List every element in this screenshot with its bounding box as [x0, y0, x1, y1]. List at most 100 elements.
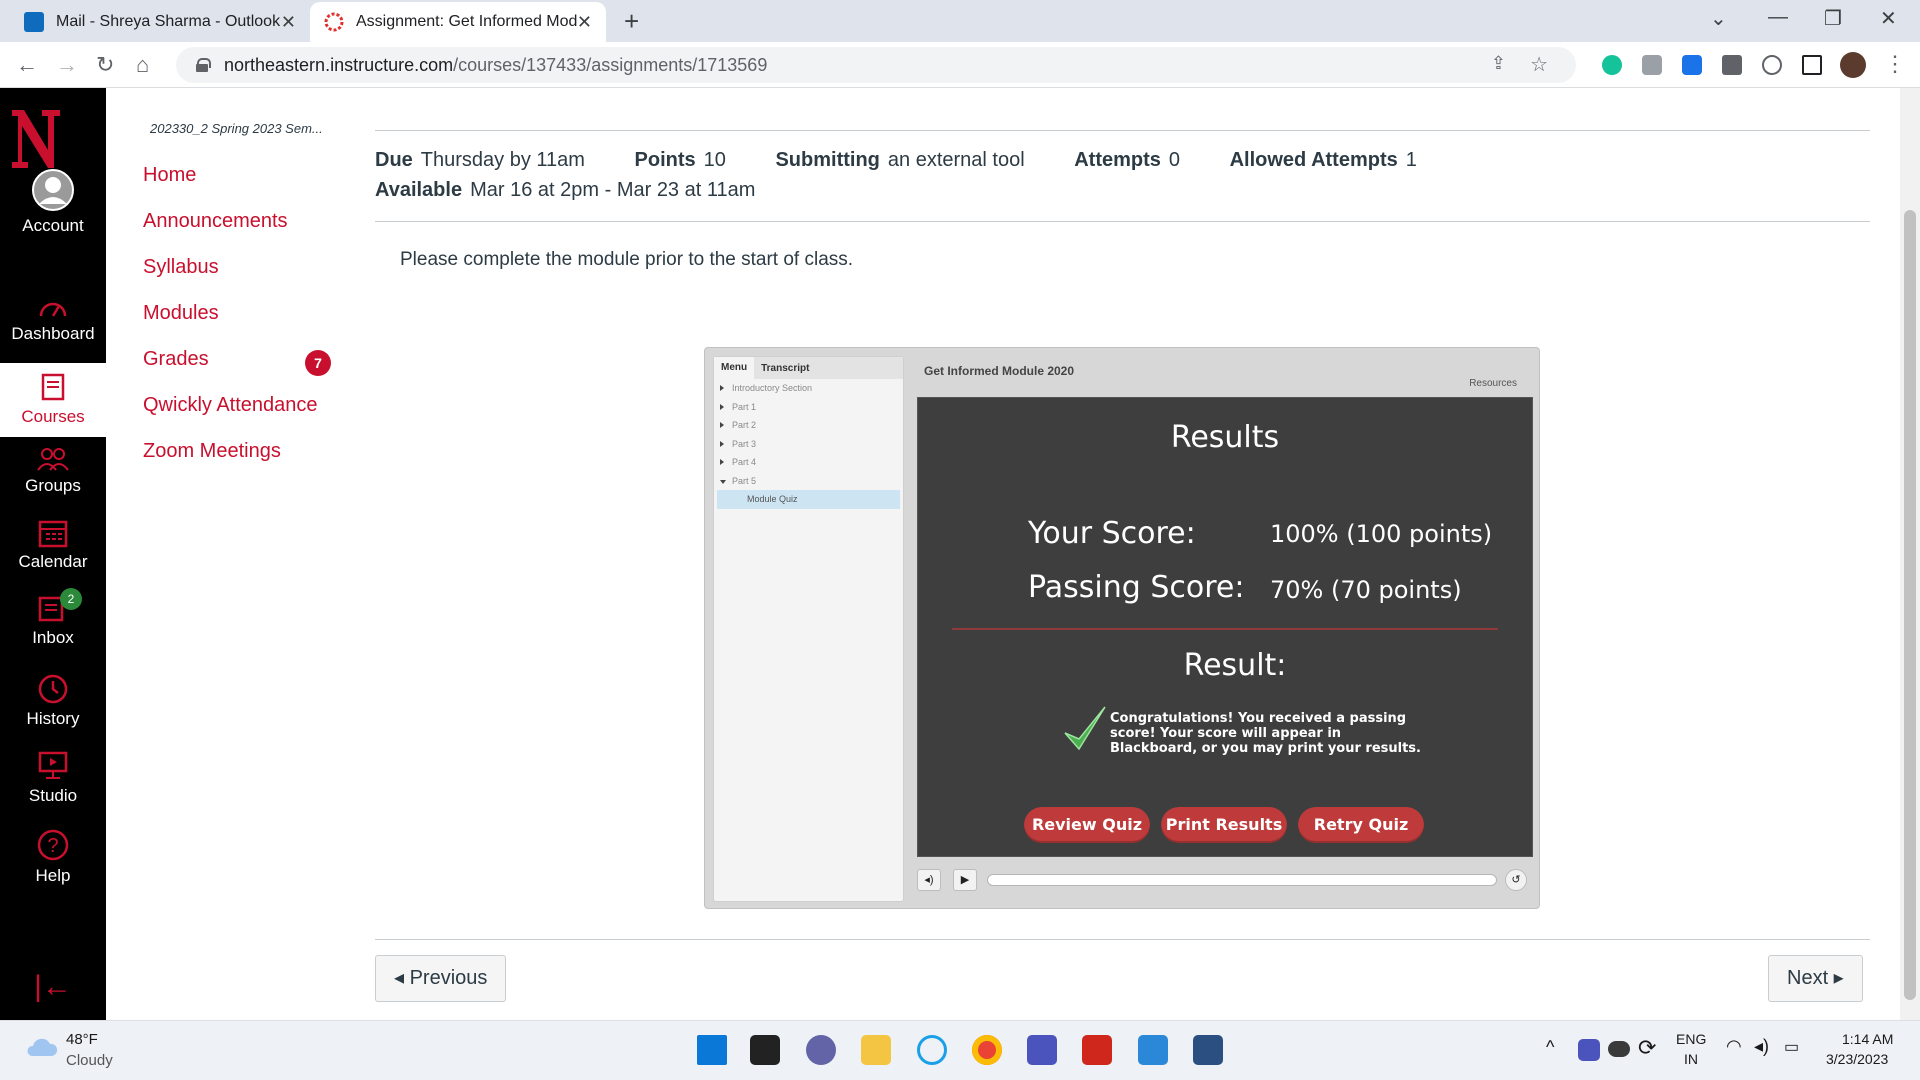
show-hidden-icons-icon[interactable]: ^: [1546, 1037, 1554, 1058]
lock-icon: [196, 58, 211, 72]
windows-start-icon[interactable]: [697, 1035, 727, 1065]
profile-avatar[interactable]: [1840, 52, 1866, 78]
player-menu-label: Introductory Section: [732, 383, 813, 393]
player-resources-link[interactable]: Resources: [1469, 378, 1517, 389]
clock-date[interactable]: 3/23/2023: [1826, 1051, 1888, 1067]
nav-history[interactable]: History: [0, 673, 106, 729]
volume-icon[interactable]: ◂): [917, 869, 941, 891]
nav-dashboard[interactable]: Dashboard: [0, 296, 106, 344]
browser-menu-icon[interactable]: ⋮: [1884, 51, 1906, 77]
back-icon[interactable]: ←: [16, 52, 38, 78]
onedrive-icon[interactable]: [1608, 1041, 1630, 1057]
northeastern-logo[interactable]: [10, 108, 62, 170]
nav-courses[interactable]: Courses: [0, 363, 106, 437]
file-explorer-icon[interactable]: [861, 1035, 891, 1065]
acrobat-icon[interactable]: [1082, 1035, 1112, 1065]
expand-triangle-icon: [720, 459, 724, 465]
url-path: /courses/137433/assignments/1713569: [453, 54, 768, 75]
your-score-value: 100% (100 points): [1270, 520, 1493, 548]
language-code[interactable]: ENG: [1676, 1031, 1706, 1047]
replay-icon[interactable]: ↺: [1505, 869, 1527, 891]
previous-button[interactable]: ◂ Previous: [375, 955, 507, 1002]
share-icon[interactable]: ⇪: [1491, 53, 1506, 74]
bookmark-star-icon[interactable]: ☆: [1530, 52, 1548, 77]
screen-recorder-icon[interactable]: [1682, 55, 1702, 75]
nav-label: Inbox: [32, 628, 74, 647]
player-menu-label: Part 3: [732, 438, 757, 449]
remote-desktop-icon[interactable]: [1193, 1035, 1223, 1065]
course-nav-zoom-meetings[interactable]: Zoom Meetings: [143, 440, 318, 486]
course-nav-qwickly-attendance[interactable]: Qwickly Attendance: [143, 394, 318, 440]
teams-tray-icon[interactable]: [1578, 1039, 1600, 1061]
nav-account[interactable]: Account: [0, 168, 106, 236]
course-nav-announcements[interactable]: Announcements: [143, 210, 318, 256]
home-icon[interactable]: ⌂: [136, 52, 149, 78]
player-menu-item[interactable]: Introductory Section: [714, 379, 903, 398]
cortana-icon[interactable]: [917, 1035, 947, 1065]
cloud-weather-icon[interactable]: [24, 1036, 58, 1060]
course-nav-home[interactable]: Home: [143, 164, 318, 210]
weather-temp: 48°F: [66, 1031, 98, 1048]
battery-icon[interactable]: ▭: [1784, 1037, 1799, 1057]
new-tab-button[interactable]: +: [624, 6, 639, 37]
course-nav-grades[interactable]: Grades 7: [143, 348, 331, 394]
submitting-label: Submitting: [775, 149, 880, 171]
print-results-button[interactable]: Print Results: [1161, 807, 1287, 843]
close-window-icon[interactable]: ✕: [1880, 6, 1897, 31]
course-nav: Home Announcements Syllabus Modules Grad…: [143, 164, 331, 486]
collapse-nav-icon[interactable]: |←: [0, 970, 106, 1004]
grammarly-icon[interactable]: [1602, 55, 1622, 75]
tab-assignment[interactable]: Assignment: Get Informed Modu ✕: [310, 2, 606, 42]
nav-inbox[interactable]: 2 Inbox: [0, 588, 106, 648]
teams-icon[interactable]: [1027, 1035, 1057, 1065]
clock-time[interactable]: 1:14 AM: [1842, 1031, 1893, 1047]
side-panel-icon[interactable]: [1802, 55, 1822, 75]
player-menu-item[interactable]: Part 3: [714, 435, 903, 454]
nav-help[interactable]: ? Help: [0, 828, 106, 886]
course-nav-syllabus[interactable]: Syllabus: [143, 256, 318, 302]
tab-search-icon[interactable]: ⌄: [1710, 6, 1727, 31]
player-tab-menu[interactable]: Menu: [714, 357, 755, 379]
scrollbar-thumb[interactable]: [1904, 210, 1916, 1000]
module-player: Menu Transcript Introductory Section Par…: [704, 347, 1540, 909]
player-menu-item-selected[interactable]: Module Quiz: [717, 490, 900, 509]
review-quiz-button[interactable]: Review Quiz: [1024, 807, 1150, 843]
player-sidebar: Menu Transcript Introductory Section Par…: [713, 356, 904, 902]
tab-outlook[interactable]: Mail - Shreya Sharma - Outlook ✕: [10, 2, 310, 42]
nav-studio[interactable]: Studio: [0, 750, 106, 806]
history-clock-icon: [38, 674, 68, 704]
wifi-icon[interactable]: ◠: [1726, 1036, 1742, 1057]
player-tab-transcript[interactable]: Transcript: [754, 363, 816, 374]
extensions-puzzle-icon[interactable]: [1722, 55, 1742, 75]
chrome-icon[interactable]: [972, 1035, 1002, 1065]
nav-calendar[interactable]: Calendar: [0, 518, 106, 572]
reload-icon[interactable]: ↻: [96, 52, 114, 78]
next-button[interactable]: Next ▸: [1768, 955, 1863, 1002]
minimize-icon[interactable]: —: [1768, 6, 1788, 29]
close-tab-icon[interactable]: ✕: [577, 12, 592, 33]
restore-icon[interactable]: ❐: [1824, 6, 1842, 31]
nav-groups[interactable]: Groups: [0, 446, 106, 496]
volume-tray-icon[interactable]: ◂): [1754, 1036, 1769, 1057]
availability-row: Available Mar 16 at 2pm - Mar 23 at 11am: [375, 179, 755, 202]
performance-icon[interactable]: [1762, 55, 1782, 75]
due-label: Due: [375, 149, 413, 171]
task-view-icon[interactable]: [750, 1035, 780, 1065]
camera-extension-icon[interactable]: [1642, 55, 1662, 75]
course-nav-modules[interactable]: Modules: [143, 302, 318, 348]
player-menu-item[interactable]: Part 2: [714, 416, 903, 435]
player-menu-item[interactable]: Part 1: [714, 398, 903, 417]
retry-quiz-button[interactable]: Retry Quiz: [1298, 807, 1424, 843]
teams-chat-icon[interactable]: [806, 1035, 836, 1065]
forward-icon[interactable]: →: [56, 52, 78, 78]
address-bar[interactable]: northeastern.instructure.com/courses/137…: [176, 47, 1576, 83]
course-term[interactable]: 202330_2 Spring 2023 Sem...: [150, 121, 323, 136]
player-menu-item[interactable]: Part 4: [714, 453, 903, 472]
play-icon[interactable]: ▶: [953, 869, 977, 891]
sync-icon[interactable]: ⟳: [1638, 1035, 1656, 1061]
vpn-icon[interactable]: [1138, 1035, 1168, 1065]
language-region[interactable]: IN: [1684, 1051, 1698, 1067]
player-progress-bar[interactable]: [987, 874, 1497, 886]
close-tab-icon[interactable]: ✕: [281, 12, 296, 33]
player-menu-item[interactable]: Part 5: [714, 472, 903, 491]
